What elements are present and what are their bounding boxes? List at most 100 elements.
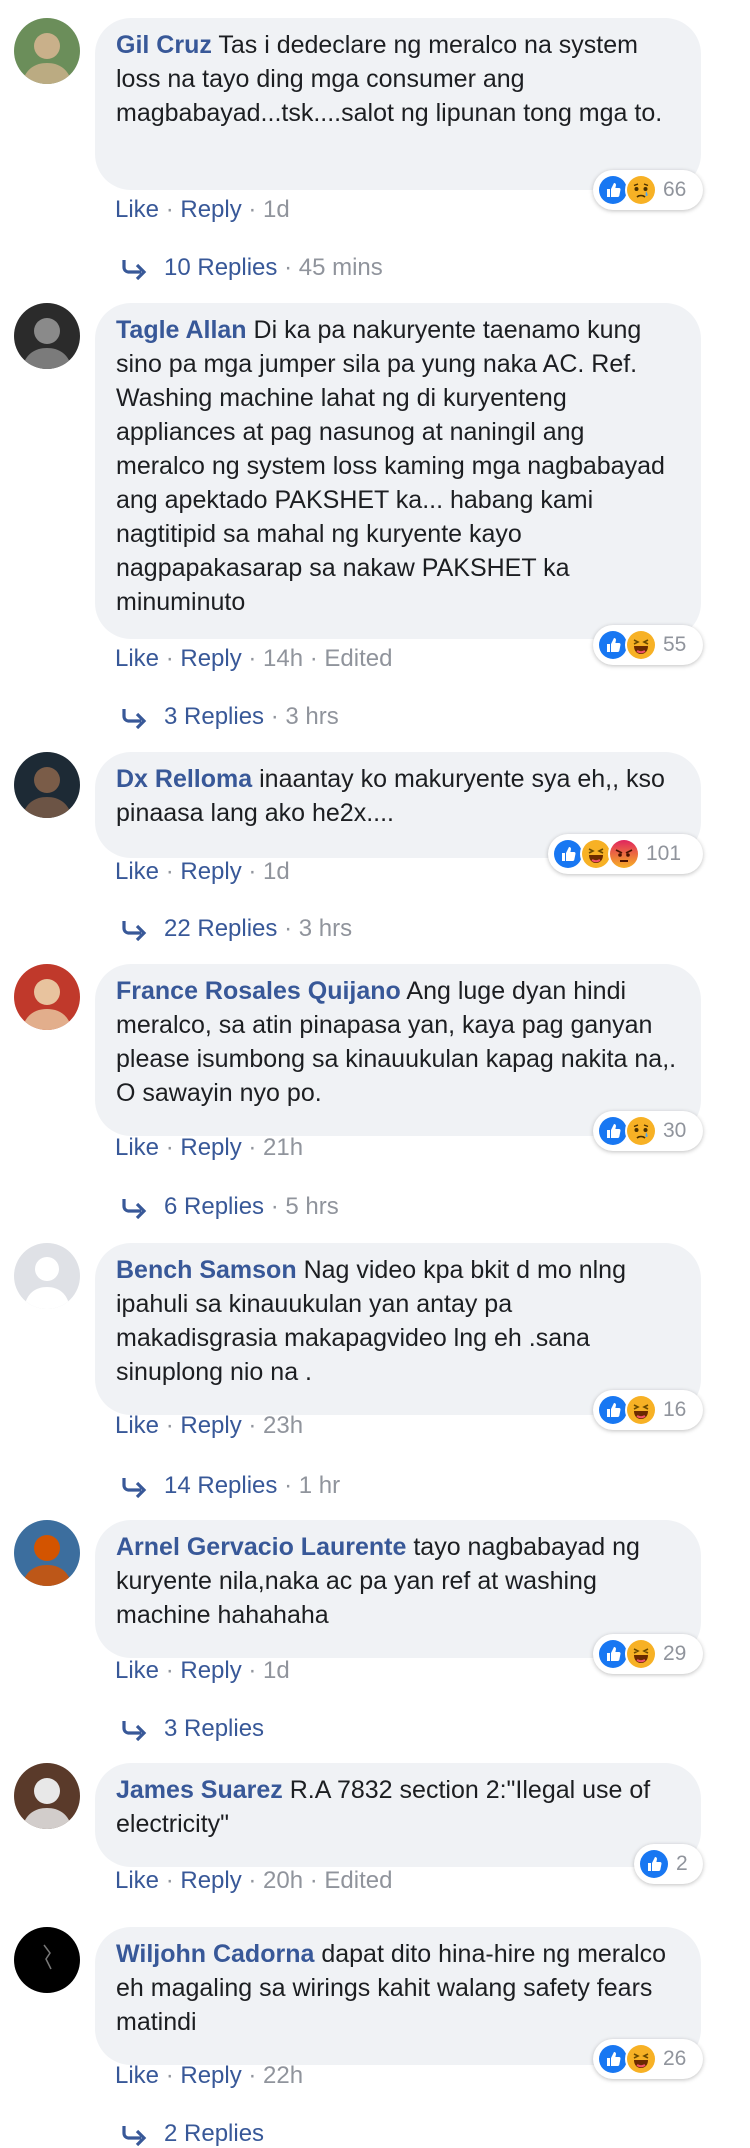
reaction-summary[interactable]: 55 bbox=[593, 625, 703, 665]
replies-row[interactable]: 2 Replies bbox=[120, 2120, 264, 2148]
reaction-summary[interactable]: 66 bbox=[593, 170, 703, 210]
comment-author[interactable]: Tagle Allan bbox=[116, 316, 247, 344]
separator-dot: · bbox=[241, 645, 264, 672]
like-link[interactable]: Like bbox=[115, 1412, 159, 1439]
replies-timestamp: 3 hrs bbox=[298, 915, 353, 942]
reply-arrow-icon bbox=[122, 1199, 147, 1219]
comment-actions: Like · Reply · 1d bbox=[115, 858, 290, 886]
comment-actions: Like · Reply · 14h · Edited bbox=[115, 645, 392, 673]
reply-link[interactable]: Reply bbox=[180, 196, 241, 223]
replies-row[interactable]: 3 Replies · 3 hrs bbox=[120, 703, 339, 731]
avatar[interactable] bbox=[14, 1243, 80, 1309]
replies-row[interactable]: 14 Replies · 1 hr bbox=[120, 1472, 340, 1500]
separator-dot: · bbox=[159, 1134, 181, 1161]
comment-timestamp[interactable]: 22h bbox=[263, 2062, 303, 2089]
reply-link[interactable]: Reply bbox=[180, 1657, 241, 1684]
comment-actions: Like · Reply · 23h bbox=[115, 1412, 303, 1440]
comment-author[interactable]: James Suarez bbox=[116, 1776, 283, 1804]
like-icon bbox=[638, 1848, 670, 1880]
replies-row[interactable]: 3 Replies bbox=[120, 1715, 264, 1743]
reply-link[interactable]: Reply bbox=[180, 858, 241, 885]
comment-author[interactable]: France Rosales Quijano bbox=[116, 977, 401, 1005]
reply-link[interactable]: Reply bbox=[180, 1134, 241, 1161]
comment-timestamp[interactable]: 23h bbox=[263, 1412, 303, 1439]
separator-dot: · bbox=[159, 2062, 181, 2089]
like-link[interactable]: Like bbox=[115, 2062, 159, 2089]
like-link[interactable]: Like bbox=[115, 645, 159, 672]
separator-dot: · bbox=[241, 858, 264, 885]
replies-timestamp: 1 hr bbox=[298, 1472, 341, 1499]
reply-link[interactable]: Reply bbox=[180, 1412, 241, 1439]
view-replies-link[interactable]: 14 Replies bbox=[164, 1472, 277, 1500]
replies-row[interactable]: 10 Replies · 45 mins bbox=[120, 254, 383, 282]
reaction-summary[interactable]: 16 bbox=[593, 1390, 703, 1430]
view-replies-link[interactable]: 22 Replies bbox=[164, 915, 277, 943]
like-link[interactable]: Like bbox=[115, 1867, 159, 1894]
comment-author[interactable]: Wiljohn Cadorna bbox=[116, 1940, 314, 1968]
reply-arrow-icon bbox=[122, 709, 147, 729]
comment-actions: Like · Reply · 20h · Edited bbox=[115, 1867, 392, 1895]
reaction-count: 101 bbox=[646, 842, 682, 865]
reaction-count: 55 bbox=[663, 633, 687, 656]
comment-timestamp[interactable]: 20h bbox=[263, 1867, 303, 1894]
replies-row[interactable]: 6 Replies · 5 hrs bbox=[120, 1193, 339, 1221]
like-link[interactable]: Like bbox=[115, 1657, 159, 1684]
avatar[interactable] bbox=[14, 752, 80, 818]
separator-dot: · bbox=[303, 1867, 325, 1894]
separator-dot: · bbox=[241, 1657, 264, 1684]
avatar[interactable] bbox=[14, 1927, 80, 1993]
haha-icon bbox=[625, 629, 657, 661]
comment-author[interactable]: Dx Relloma bbox=[116, 765, 252, 793]
replies-timestamp: 5 hrs bbox=[285, 1193, 339, 1220]
replies-row[interactable]: 22 Replies · 3 hrs bbox=[120, 915, 352, 943]
avatar[interactable] bbox=[14, 303, 80, 369]
reaction-count: 2 bbox=[676, 1852, 688, 1875]
reaction-count: 29 bbox=[663, 1642, 687, 1665]
view-replies-link[interactable]: 3 Replies bbox=[164, 1715, 264, 1743]
comment-timestamp[interactable]: 14h bbox=[263, 645, 303, 672]
reply-arrow-icon bbox=[122, 2126, 147, 2146]
like-link[interactable]: Like bbox=[115, 858, 159, 885]
like-link[interactable]: Like bbox=[115, 1134, 159, 1161]
separator-dot: · bbox=[303, 645, 325, 672]
reply-arrow-icon bbox=[122, 1721, 147, 1741]
separator-dot: · bbox=[277, 915, 299, 942]
haha-icon bbox=[625, 2043, 657, 2075]
reply-link[interactable]: Reply bbox=[180, 1867, 241, 1894]
sad-icon bbox=[625, 1115, 657, 1147]
view-replies-link[interactable]: 10 Replies bbox=[164, 254, 277, 282]
avatar[interactable] bbox=[14, 18, 80, 84]
comment-bubble: Gil Cruz Tas i dedeclare ng meralco na s… bbox=[95, 18, 701, 190]
reply-link[interactable]: Reply bbox=[180, 645, 241, 672]
reaction-summary[interactable]: 26 bbox=[593, 2039, 703, 2079]
reply-link[interactable]: Reply bbox=[180, 2062, 241, 2089]
avatar[interactable] bbox=[14, 1520, 80, 1586]
reaction-count: 66 bbox=[663, 178, 687, 201]
comment-author[interactable]: Bench Samson bbox=[116, 1256, 297, 1284]
reaction-summary[interactable]: 29 bbox=[593, 1634, 703, 1674]
comment-text: Di ka pa nakuryente taenamo kung sino pa… bbox=[116, 316, 665, 616]
comment-timestamp[interactable]: 21h bbox=[263, 1134, 303, 1161]
view-replies-link[interactable]: 3 Replies bbox=[164, 703, 264, 731]
separator-dot: · bbox=[159, 858, 181, 885]
avatar[interactable] bbox=[14, 1763, 80, 1829]
haha-icon bbox=[625, 1394, 657, 1426]
comment-author[interactable]: Gil Cruz bbox=[116, 31, 212, 59]
comment-timestamp[interactable]: 1d bbox=[263, 196, 290, 223]
reaction-summary[interactable]: 30 bbox=[593, 1111, 703, 1151]
comment-timestamp[interactable]: 1d bbox=[263, 858, 290, 885]
reaction-summary[interactable]: 101 bbox=[548, 834, 703, 874]
reaction-count: 30 bbox=[663, 1119, 687, 1142]
like-link[interactable]: Like bbox=[115, 196, 159, 223]
haha-icon bbox=[625, 1638, 657, 1670]
reaction-summary[interactable]: 2 bbox=[634, 1844, 703, 1884]
sad-icon bbox=[625, 174, 657, 206]
comment-actions: Like · Reply · 1d bbox=[115, 196, 290, 224]
edited-label: Edited bbox=[324, 645, 393, 672]
comment-author[interactable]: Arnel Gervacio Laurente bbox=[116, 1533, 406, 1561]
avatar[interactable] bbox=[14, 964, 80, 1030]
view-replies-link[interactable]: 6 Replies bbox=[164, 1193, 264, 1221]
comment-timestamp[interactable]: 1d bbox=[263, 1657, 290, 1684]
separator-dot: · bbox=[241, 1412, 264, 1439]
view-replies-link[interactable]: 2 Replies bbox=[164, 2120, 264, 2148]
